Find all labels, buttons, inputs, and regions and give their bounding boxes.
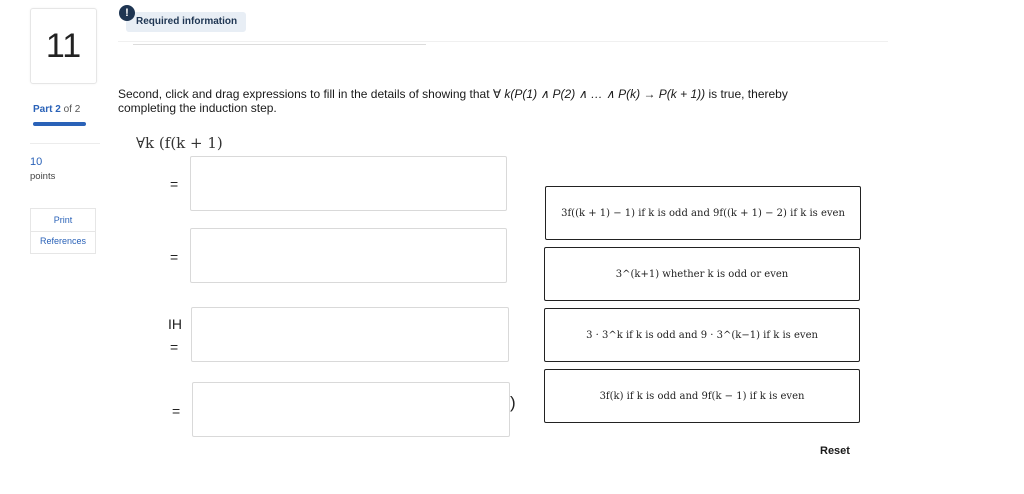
question-formula: k(P(1) ∧ P(2) ∧ … ∧ P(k) → P(k + 1)) <box>504 87 706 101</box>
alert-icon: ! <box>119 5 135 21</box>
closing-paren: ) <box>510 393 516 412</box>
points-value: 10 <box>30 156 43 168</box>
derivation-start-expression: ∀k (f(k + 1) <box>136 134 223 152</box>
sidebar-divider <box>30 143 100 144</box>
equals-label-4: = <box>172 403 181 419</box>
equals-label-1: = <box>170 176 179 192</box>
references-button[interactable]: References <box>30 230 96 254</box>
part-label: Part <box>33 104 53 115</box>
part-total: of 2 <box>63 104 81 115</box>
choice-tile-4[interactable]: 3f(k) if k is odd and 9f(k − 1) if k is … <box>544 369 860 423</box>
question-text-pre: Second, click and drag expressions to fi… <box>118 87 505 101</box>
equals-label-2: = <box>170 249 179 265</box>
required-info-underline <box>133 44 426 45</box>
required-information-badge[interactable]: Required information <box>126 12 247 32</box>
ih-label: IH <box>168 316 182 332</box>
required-information-label: Required information <box>136 16 238 27</box>
choice-tile-2[interactable]: 3^(k+1) whether k is odd or even <box>544 247 860 301</box>
print-button[interactable]: Print <box>30 208 96 232</box>
equals-label-3: = <box>170 339 179 355</box>
part-indicator: Part 2 of 2 <box>33 104 80 115</box>
points-label: points <box>30 171 56 182</box>
drop-zone-3[interactable] <box>191 307 509 362</box>
choice-tile-1[interactable]: 3f((k + 1) − 1) if k is odd and 9f((k + … <box>545 186 861 240</box>
drop-zone-2[interactable] <box>190 228 507 283</box>
part-current: 2 <box>55 104 61 115</box>
part-progress-bar <box>33 122 86 126</box>
question-number: 11 <box>30 8 97 84</box>
question-text: Second, click and drag expressions to fi… <box>118 87 838 115</box>
drop-zone-1[interactable] <box>190 156 507 211</box>
reset-button[interactable]: Reset <box>820 445 850 457</box>
drop-zone-4[interactable] <box>192 382 510 437</box>
choice-tile-3[interactable]: 3 · 3^k if k is odd and 9 · 3^(k−1) if k… <box>544 308 860 362</box>
header-divider <box>118 41 888 42</box>
